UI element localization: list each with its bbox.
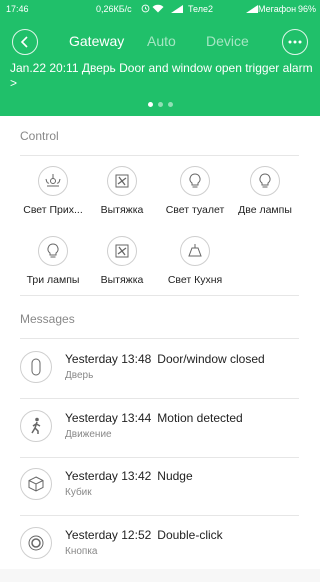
message-title: Yesterday 13:44 Motion detected — [65, 411, 243, 425]
device-label: Свет Прих... — [23, 204, 83, 216]
message-title: Yesterday 12:52 Double-click — [65, 528, 223, 542]
page-dot — [158, 102, 163, 107]
message-item[interactable]: Yesterday 12:52 Double-click Кнопка — [20, 524, 310, 582]
walking-person-icon — [20, 410, 52, 442]
message-title: Yesterday 13:48 Door/window closed — [65, 352, 265, 366]
battery-percent: 96% — [298, 4, 317, 14]
message-time: Yesterday 13:48 — [65, 352, 152, 366]
divider — [20, 295, 299, 296]
message-event: Nudge — [157, 469, 193, 483]
message-time: Yesterday 13:44 — [65, 411, 152, 425]
ceiling-light-icon — [38, 166, 68, 196]
signal-icon — [171, 5, 183, 15]
device-tile[interactable]: Вытяжка — [84, 166, 160, 216]
more-dots-icon — [288, 40, 302, 44]
message-device: Кнопка — [65, 546, 98, 557]
message-device: Движение — [65, 429, 112, 440]
device-label: Свет Кухня — [167, 274, 223, 286]
divider — [20, 155, 299, 156]
signal-icon — [246, 5, 258, 15]
message-event: Motion detected — [157, 411, 243, 425]
bulb-icon — [38, 236, 68, 266]
door-sensor-icon — [20, 351, 52, 383]
bulb-icon — [180, 166, 210, 196]
device-label: Свет туалет — [165, 204, 225, 216]
tab-device[interactable]: Device — [206, 33, 249, 49]
device-label: Три лампы — [26, 274, 80, 286]
device-label: Вытяжка — [100, 274, 144, 286]
message-event: Double-click — [157, 528, 223, 542]
device-tile[interactable]: Свет Прих... — [15, 166, 91, 216]
device-tile[interactable]: Вытяжка — [84, 236, 160, 286]
button-icon — [20, 527, 52, 559]
more-button[interactable] — [282, 29, 308, 55]
page-dot — [148, 102, 153, 107]
cube-icon — [20, 468, 52, 500]
pendant-lamp-icon — [180, 236, 210, 266]
fan-icon — [107, 236, 137, 266]
bulb-icon — [250, 166, 280, 196]
alarm-clock-icon — [141, 4, 150, 15]
device-label: Две лампы — [238, 204, 292, 216]
divider — [20, 457, 299, 458]
control-title: Control — [20, 129, 59, 143]
page-indicator — [148, 102, 173, 107]
device-tile[interactable]: Две лампы — [227, 166, 303, 216]
divider — [20, 338, 299, 339]
main-panel: Control Свет Прих... Вытяжка Свет туалет… — [0, 116, 320, 569]
network-speed: 0,26КБ/с — [96, 4, 132, 14]
device-tile[interactable]: Свет Кухня — [157, 236, 233, 286]
message-time: Yesterday 13:42 — [65, 469, 152, 483]
header: 17:46 0,26КБ/с Теле2 Мегафон 96% Gateway… — [0, 0, 320, 116]
message-device: Кубик — [65, 487, 92, 498]
tab-auto[interactable]: Auto — [147, 33, 176, 49]
message-time: Yesterday 12:52 — [65, 528, 152, 542]
alarm-banner[interactable]: Jan.22 20:11 Дверь Door and window open … — [10, 61, 315, 91]
messages-title: Messages — [20, 312, 75, 326]
device-label: Вытяжка — [100, 204, 144, 216]
tab-gateway[interactable]: Gateway — [69, 33, 124, 49]
device-tile[interactable]: Три лампы — [15, 236, 91, 286]
message-event: Door/window closed — [157, 352, 265, 366]
divider — [20, 515, 299, 516]
status-bar: 17:46 0,26КБ/с Теле2 Мегафон 96% — [0, 0, 320, 18]
device-tile[interactable]: Свет туалет — [157, 166, 233, 216]
status-time: 17:46 — [6, 4, 29, 14]
wifi-icon — [152, 4, 164, 15]
header-tabs: Gateway Auto Device — [0, 33, 320, 51]
message-device: Дверь — [65, 370, 94, 381]
carrier-1: Теле2 — [188, 4, 213, 14]
page-dot — [168, 102, 173, 107]
fan-icon — [107, 166, 137, 196]
message-title: Yesterday 13:42 Nudge — [65, 469, 193, 483]
carrier-2: Мегафон — [258, 4, 297, 14]
divider — [20, 398, 299, 399]
